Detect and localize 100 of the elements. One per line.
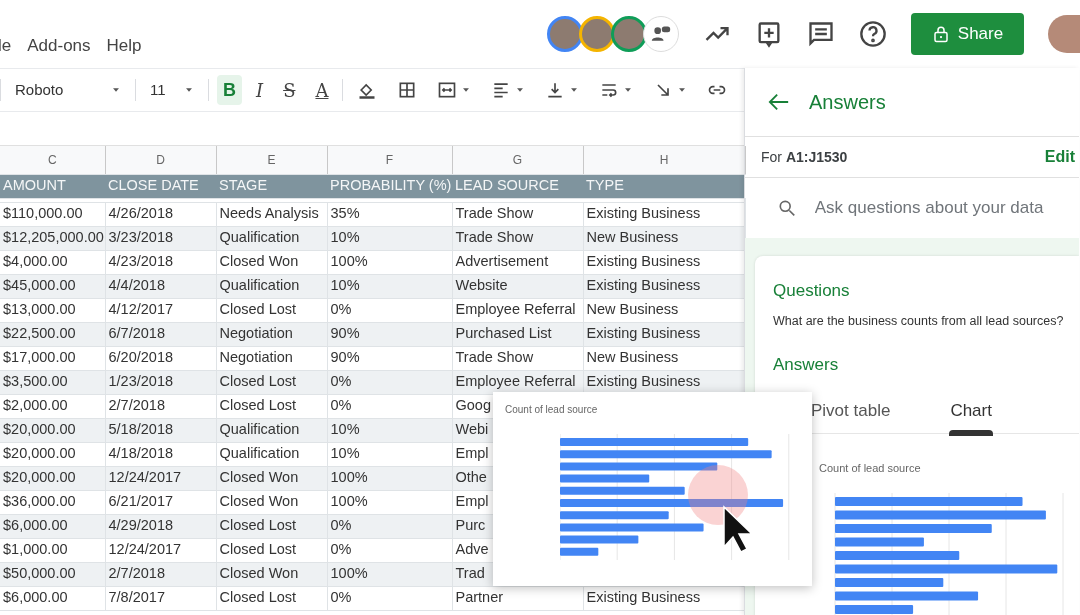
range-label: For A1:J1530 (761, 147, 848, 167)
table-cell: Trade Show (452, 202, 583, 226)
table-cell: Advertisement (452, 250, 583, 274)
table-cell: Closed Won (216, 490, 327, 514)
section-heading: Answers (773, 354, 840, 377)
table-cell: 4/18/2018 (105, 442, 216, 466)
borders-icon (397, 80, 418, 100)
column-header[interactable]: E (216, 146, 327, 174)
question-text: What are the business counts from all lead sources? (773, 312, 1065, 330)
comment-icon[interactable] (807, 20, 835, 48)
table-cell: 0% (327, 370, 452, 394)
table-cell: $4,000.00 (0, 250, 105, 274)
table-cell: Negotiation (216, 322, 327, 346)
table-cell: Qualification (216, 274, 327, 298)
section-heading: Questions (773, 280, 851, 302)
table-cell: 0% (327, 586, 452, 610)
table-cell: 90% (327, 346, 452, 370)
table-cell: Closed Won (216, 562, 327, 586)
answer-tab[interactable]: Chart (946, 397, 996, 434)
edit-link[interactable]: Edit (1044, 145, 1075, 169)
table-cell: 100% (327, 562, 452, 586)
column-header[interactable]: H (583, 146, 745, 174)
table-cell: $6,000.00 (0, 514, 105, 538)
chart-title: Count of lead source (819, 461, 922, 477)
collaborator-avatar[interactable] (579, 16, 615, 52)
table-cell: Closed Lost (216, 514, 327, 538)
table-cell: Existing Business (583, 202, 745, 226)
table-cell: Needs Analysis (216, 202, 327, 226)
italic-button[interactable]: I (250, 75, 270, 105)
table-cell: Closed Lost (216, 538, 327, 562)
panel-title: Answers (809, 90, 886, 115)
search-field[interactable]: Ask questions about your data (812, 194, 1079, 222)
table-cell: New Business (583, 226, 745, 250)
table-cell: $12,205,000.00 (0, 226, 105, 250)
table-cell: Closed Won (216, 466, 327, 490)
table-cell: $1,000.00 (0, 538, 105, 562)
table-cell: 6/20/2018 (105, 346, 216, 370)
menu-item[interactable]: Add-ons (27, 33, 91, 59)
table-cell: 10% (327, 226, 452, 250)
table-cell: $45,000.00 (0, 274, 105, 298)
table-cell: Existing Business (583, 274, 745, 298)
column-header[interactable]: G (452, 146, 583, 174)
table-cell: 1/23/2018 (105, 370, 216, 394)
column-header[interactable]: C (0, 146, 105, 174)
help-icon[interactable] (859, 20, 887, 48)
table-cell: 10% (327, 274, 452, 298)
collaborator-avatar[interactable] (611, 16, 647, 52)
table-cell: 2/7/2018 (105, 562, 216, 586)
table-cell: 4/12/2017 (105, 298, 216, 322)
table-cell: Negotiation (216, 346, 327, 370)
lock-icon (931, 25, 950, 43)
share-button[interactable]: Share (911, 13, 1024, 55)
table-cell: 5/18/2018 (105, 418, 216, 442)
click-highlight (688, 465, 748, 525)
table-cell: 12/24/2017 (105, 466, 216, 490)
column-header[interactable]: D (105, 146, 216, 174)
strike-button[interactable]: S (277, 75, 302, 105)
table-cell: $22,500.00 (0, 322, 105, 346)
table-cell: Employee Referral (452, 298, 583, 322)
more-collaborators-button[interactable] (643, 16, 679, 52)
table-cell: $36,000.00 (0, 490, 105, 514)
column-header[interactable]: F (327, 146, 452, 174)
merge-cells-icon (437, 80, 458, 100)
table-cell: 35% (327, 202, 452, 226)
table-cell: 4/4/2018 (105, 274, 216, 298)
table-cell: 0% (327, 538, 452, 562)
table-cell: 7/8/2017 (105, 586, 216, 610)
table-cell: 2/7/2018 (105, 394, 216, 418)
table-cell: Trade Show (452, 226, 583, 250)
table-cell: Website (452, 274, 583, 298)
table-cell: $20,000.00 (0, 418, 105, 442)
table-cell: Closed Lost (216, 394, 327, 418)
menu-item[interactable]: le (0, 33, 12, 59)
header-cell: TYPE (583, 174, 745, 198)
font-dropdown[interactable]: Roboto (9, 75, 127, 105)
table-cell: $3,500.00 (0, 370, 105, 394)
header-cell: PROBABILITY (%) (327, 174, 452, 198)
table-cell: Closed Lost (216, 370, 327, 394)
header-cell: CLOSE DATE (105, 174, 216, 198)
header-cell: LEAD SOURCE (452, 174, 583, 198)
font-size-dropdown[interactable]: 11 (144, 75, 200, 105)
cursor-icon (722, 505, 752, 553)
bold-button[interactable]: B (217, 75, 242, 105)
table-cell: 10% (327, 418, 452, 442)
table-cell: $13,000.00 (0, 298, 105, 322)
table-cell: 100% (327, 490, 452, 514)
table-cell: Closed Lost (216, 298, 327, 322)
table-cell: 0% (327, 394, 452, 418)
collaborator-avatar[interactable] (547, 16, 583, 52)
table-cell: 100% (327, 250, 452, 274)
menu-item[interactable]: Help (106, 33, 142, 59)
floating-chart-popup[interactable]: Count of lead source (493, 392, 812, 586)
table-cell: $110,000.00 (0, 202, 105, 226)
table-cell: Existing Business (583, 322, 745, 346)
table-cell: Purchased List (452, 322, 583, 346)
table-cell: 100% (327, 466, 452, 490)
chart-bar (560, 547, 599, 556)
table-cell: $20,000.00 (0, 442, 105, 466)
user-avatar[interactable] (1048, 15, 1080, 53)
color-button[interactable]: A (309, 75, 335, 105)
